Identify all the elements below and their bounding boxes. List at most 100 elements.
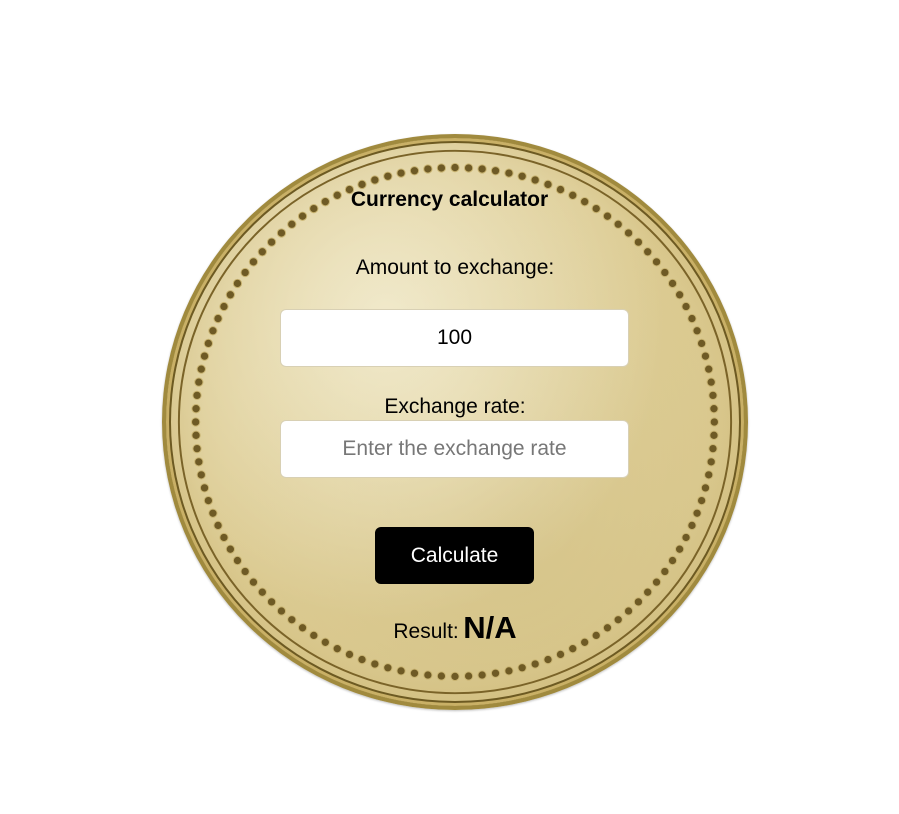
rim-bead <box>602 623 613 633</box>
rim-bead <box>477 670 487 680</box>
rim-bead <box>651 577 662 587</box>
rim-bead <box>396 666 406 676</box>
rim-bead <box>543 654 553 665</box>
rim-bead <box>517 663 527 673</box>
rim-bead <box>490 668 501 678</box>
rim-bead <box>692 326 702 336</box>
rim-bead <box>370 175 380 185</box>
rim-bead <box>199 351 210 361</box>
rim-bead <box>681 301 691 312</box>
rim-bead <box>530 659 540 669</box>
rim-bead <box>213 520 223 531</box>
rim-bead <box>708 443 718 454</box>
rim-bead <box>192 390 202 401</box>
rim-bead <box>276 606 287 616</box>
rim-bead <box>700 351 711 361</box>
rim-bead <box>219 301 229 312</box>
result-row: Result: N/A <box>330 610 580 646</box>
rim-bead <box>409 668 420 678</box>
rim-bead <box>667 555 678 566</box>
rim-bead <box>383 171 393 181</box>
rim-bead <box>709 430 719 440</box>
rim-bead <box>490 166 501 176</box>
rim-bead <box>463 163 474 173</box>
rim-bead <box>591 630 601 641</box>
calculator-page: Currency calculator Amount to exchange: … <box>0 0 899 814</box>
rim-bead <box>696 495 707 506</box>
rim-bead <box>633 237 644 247</box>
rim-bead <box>450 671 460 682</box>
rim-bead <box>257 247 267 257</box>
rim-bead <box>633 597 644 607</box>
rim-bead <box>623 228 634 238</box>
rim-bead <box>555 649 566 660</box>
rim-bead <box>423 670 433 680</box>
rim-bead <box>613 615 623 625</box>
rim-bead <box>687 520 697 531</box>
rim-bead <box>240 566 250 577</box>
rim-bead <box>213 313 223 324</box>
rim-bead <box>660 267 670 278</box>
rim-bead <box>266 237 277 247</box>
rim-bead <box>196 364 206 374</box>
rim-bead <box>709 404 719 414</box>
rim-bead <box>320 637 330 647</box>
rim-bead <box>192 443 202 454</box>
rim-bead <box>199 483 210 493</box>
rim-bead <box>257 587 267 597</box>
rim-bead <box>675 544 685 554</box>
amount-input[interactable] <box>280 309 629 367</box>
rim-bead <box>580 637 590 647</box>
rim-bead <box>191 417 201 427</box>
rim-bead <box>643 587 653 597</box>
rim-bead <box>504 666 514 676</box>
rim-bead <box>191 430 201 440</box>
rim-bead <box>709 417 719 427</box>
rim-bead <box>287 219 297 229</box>
rim-bead <box>396 168 406 178</box>
rim-bead <box>194 457 204 467</box>
exchange-rate-input[interactable] <box>280 420 629 478</box>
amount-label: Amount to exchange: <box>355 256 555 279</box>
rim-bead <box>208 508 218 518</box>
rim-bead <box>651 257 662 267</box>
rim-bead <box>203 338 214 349</box>
rim-bead <box>517 171 527 181</box>
rim-bead <box>436 163 447 173</box>
rim-bead <box>287 615 297 625</box>
rim-bead <box>266 597 277 607</box>
rim-bead <box>383 663 393 673</box>
calculate-button[interactable]: Calculate <box>375 527 534 584</box>
rim-bead <box>248 577 259 587</box>
rim-bead <box>344 649 355 660</box>
rim-bead <box>530 175 540 185</box>
rim-bead <box>309 630 319 641</box>
rim-bead <box>194 377 204 387</box>
rim-bead <box>409 166 420 176</box>
rim-bead <box>225 544 235 554</box>
rim-bead <box>704 470 714 480</box>
rim-bead <box>692 508 702 518</box>
rim-bead <box>225 290 235 300</box>
rim-bead <box>477 164 487 174</box>
rim-bead <box>602 211 613 221</box>
rim-bead <box>687 313 697 324</box>
calculator-title: Currency calculator <box>350 188 549 211</box>
rim-bead <box>423 164 433 174</box>
rim-bead <box>706 457 716 467</box>
rim-bead <box>667 278 678 289</box>
rim-bead <box>706 377 716 387</box>
rim-bead <box>297 211 308 221</box>
rim-bead <box>370 659 380 669</box>
rim-bead <box>357 654 367 665</box>
rim-bead <box>436 671 447 681</box>
rim-bead <box>623 606 634 616</box>
rim-bead <box>681 532 691 543</box>
rim-bead <box>463 671 474 681</box>
rim-bead <box>613 219 623 229</box>
rim-bead <box>248 257 259 267</box>
rim-bead <box>504 168 514 178</box>
rim-bead <box>232 278 243 289</box>
rim-bead <box>196 470 206 480</box>
rim-bead <box>675 290 685 300</box>
